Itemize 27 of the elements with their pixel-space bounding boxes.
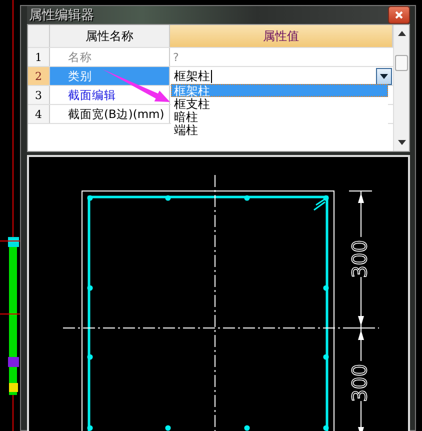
dropdown-option[interactable]: 框支柱 <box>171 97 388 110</box>
row-number: 2 <box>28 67 50 85</box>
scrollbar[interactable] <box>393 25 409 151</box>
scroll-thumb[interactable] <box>395 55 408 71</box>
window-title: 属性编辑器 <box>28 7 94 24</box>
property-name[interactable]: 名称 <box>68 50 92 64</box>
column-header: 属性名称 <box>50 25 170 47</box>
row-number: 1 <box>28 48 50 66</box>
close-icon <box>395 11 403 19</box>
property-value: ? <box>172 50 180 66</box>
scroll-down-icon <box>398 140 406 145</box>
corner-header <box>28 25 50 47</box>
dropdown-button[interactable] <box>376 68 392 84</box>
text-cursor <box>211 70 212 82</box>
dimension-label: 300 <box>347 240 372 278</box>
combo-value: 框架柱 <box>174 68 210 84</box>
row-number: 3 <box>28 86 50 104</box>
dropdown-option[interactable]: 端柱 <box>171 123 388 136</box>
dimension-label: 300 <box>347 364 372 402</box>
close-button[interactable] <box>388 6 410 24</box>
scroll-up-icon <box>398 31 406 36</box>
row-number: 4 <box>28 105 50 123</box>
caret-icon <box>380 74 388 78</box>
dropdown-option[interactable]: 暗柱 <box>171 110 388 123</box>
property-name[interactable]: 截面宽(B边)(mm) <box>68 106 164 122</box>
column-header: 属性值 <box>170 25 393 47</box>
property-name[interactable]: 截面编辑 <box>68 88 116 102</box>
